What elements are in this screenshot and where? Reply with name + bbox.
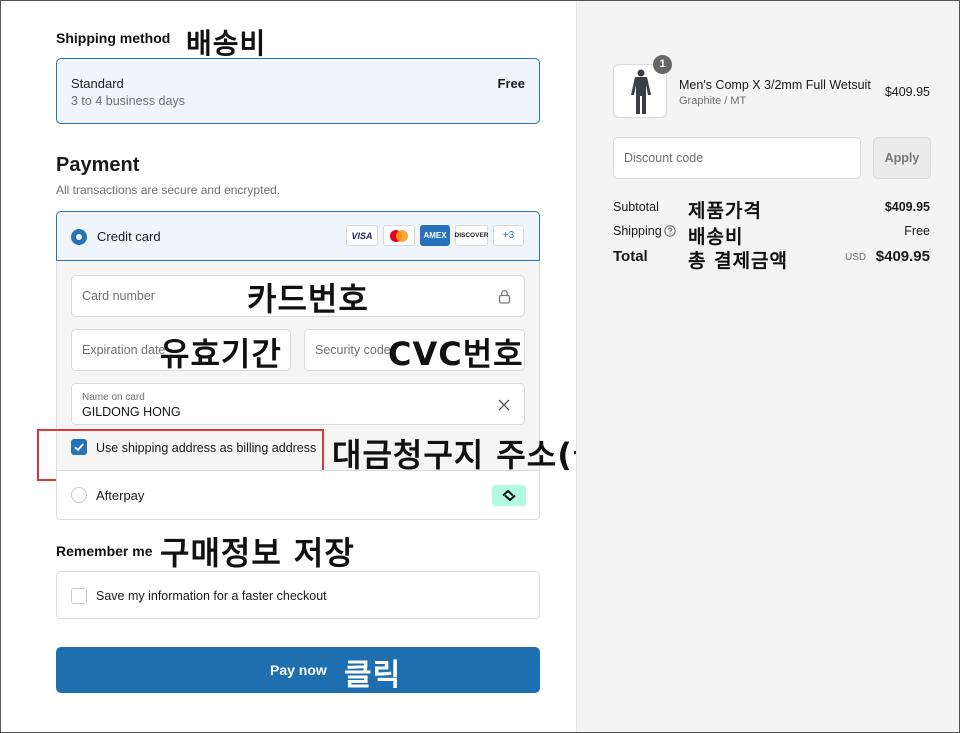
credit-card-radio[interactable] [71, 229, 87, 245]
shipping-value: Free [904, 224, 930, 238]
payment-subtitle: All transactions are secure and encrypte… [56, 183, 281, 197]
annotation-card-number: 카드번호 [247, 280, 369, 318]
item-price: $409.95 [884, 85, 930, 99]
item-variant: Graphite / MT [679, 95, 747, 107]
clear-icon[interactable] [498, 399, 510, 411]
expiration-placeholder: Expiration date [82, 343, 166, 357]
amex-icon: AMEX [420, 225, 450, 246]
name-on-card-field[interactable]: Name on card GILDONG HONG [71, 383, 525, 425]
help-icon[interactable] [664, 225, 676, 237]
annotation-click: 클릭 [344, 658, 402, 693]
shipping-method-title: Shipping method [56, 30, 171, 46]
name-on-card-value: GILDONG HONG [82, 405, 181, 419]
item-name: Men's Comp X 3/2mm Full Wetsuit [679, 78, 871, 92]
discount-code-input[interactable]: Discount code [613, 137, 861, 179]
annotation-product-price: 제품가격 [688, 200, 762, 222]
card-number-placeholder: Card number [82, 289, 155, 303]
apply-button[interactable]: Apply [873, 137, 931, 179]
save-info-option[interactable]: Save my information for a faster checkou… [56, 571, 540, 619]
subtotal-value: $409.95 [884, 200, 930, 214]
visa-icon: VISA [346, 225, 378, 246]
lock-icon [498, 290, 511, 304]
discover-icon: DISCOVER [455, 225, 488, 246]
afterpay-label: Afterpay [96, 488, 145, 503]
more-brands-badge: +3 [493, 225, 524, 246]
security-code-placeholder: Security code [315, 343, 391, 357]
shipping-option-standard[interactable]: Standard 3 to 4 business days Free [56, 58, 540, 124]
payment-option-afterpay[interactable]: Afterpay [56, 470, 540, 520]
name-on-card-label: Name on card [82, 392, 145, 403]
annotation-cvc: CVC번호 [388, 335, 524, 373]
annotation-expiry: 유효기간 [160, 335, 282, 373]
wetsuit-icon [631, 69, 651, 114]
total-currency: USD [845, 252, 867, 263]
total-value: $409.95 [875, 248, 930, 265]
shipping-label: Shipping [613, 224, 662, 238]
save-info-checkbox[interactable] [71, 588, 87, 604]
shipping-option-name: Standard [71, 76, 124, 91]
payment-title: Payment [56, 154, 140, 176]
shipping-option-price: Free [497, 76, 525, 91]
pay-now-button[interactable]: Pay now [56, 647, 540, 693]
annotation-total-payment: 총 결제금액 [688, 250, 789, 272]
afterpay-radio[interactable] [71, 487, 87, 503]
pay-now-label: Pay now [270, 662, 327, 678]
discount-placeholder: Discount code [624, 151, 704, 165]
mastercard-icon [383, 225, 415, 246]
afterpay-icon [492, 485, 526, 506]
credit-card-label: Credit card [97, 229, 161, 244]
annotation-shipping-fee-2: 배송비 [688, 226, 744, 248]
annotation-save-info: 구매정보 저장 [160, 534, 355, 572]
total-label: Total [613, 248, 648, 265]
remember-me-title: Remember me [56, 543, 153, 559]
annotation-shipping-fee: 배송비 [186, 27, 267, 60]
item-quantity-badge: 1 [653, 55, 672, 74]
save-info-label: Save my information for a faster checkou… [96, 589, 327, 603]
subtotal-label: Subtotal [613, 200, 659, 214]
shipping-option-eta: 3 to 4 business days [71, 94, 185, 108]
